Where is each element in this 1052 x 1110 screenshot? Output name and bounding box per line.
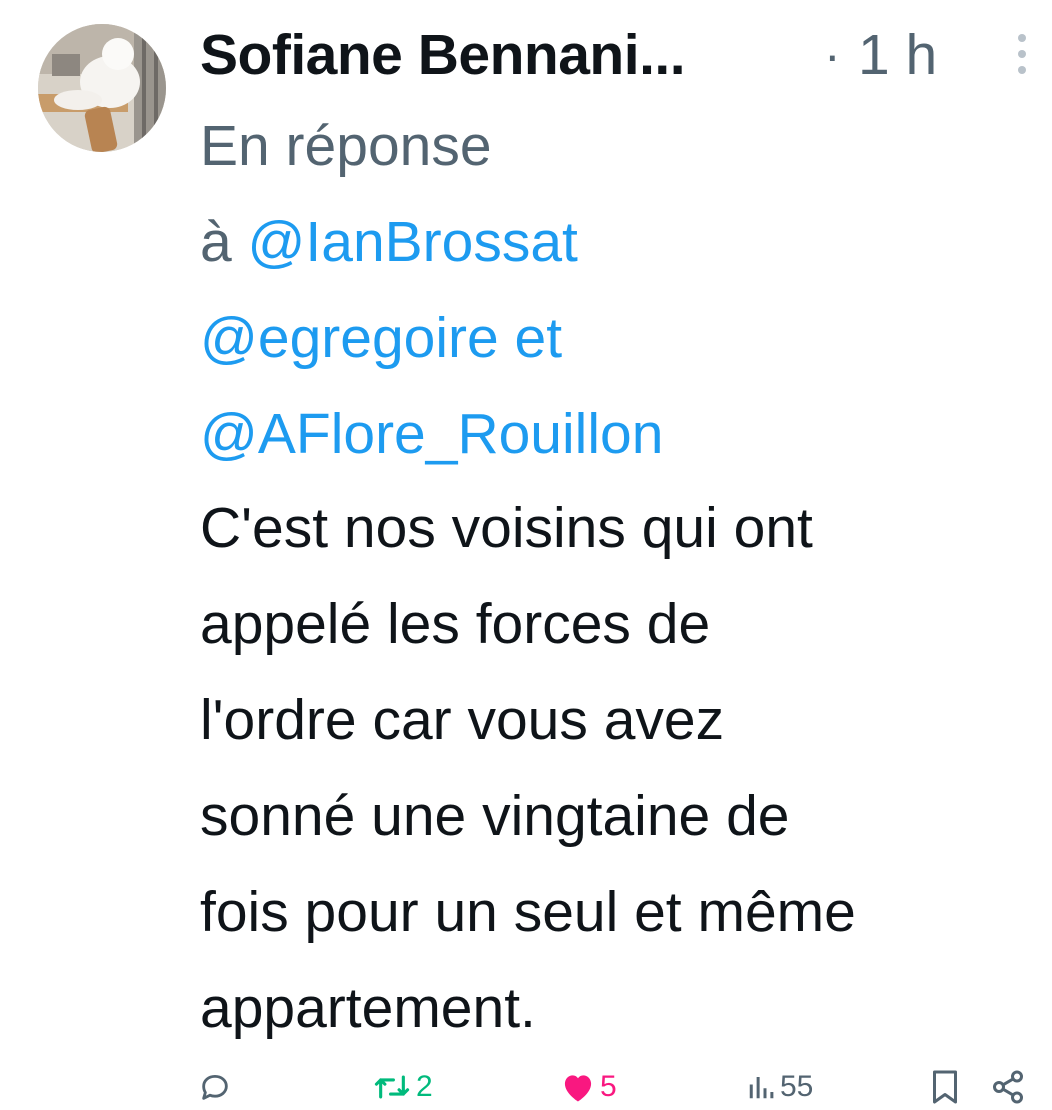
tweet-header: Sofiane Bennani... · 1 h [200,10,1032,90]
reply-icon [202,1074,228,1100]
reply-line-1: à @IanBrossat [200,194,663,290]
tweet-text-line: sonné une vingtaine de [200,784,790,848]
separator-dot: · [824,27,841,83]
mention-link[interactable]: @egregoire [200,306,499,370]
reply-button[interactable] [198,1064,232,1110]
tweet-text-line: C'est nos voisins qui ont [200,496,813,560]
retweet-button[interactable]: 2 [372,1064,433,1110]
reply-line-3: @AFlore_Rouillon [200,386,663,482]
more-vertical-icon[interactable] [1012,24,1032,84]
like-count: 5 [600,1070,617,1103]
views-count: 55 [780,1070,814,1103]
retweet-count: 2 [416,1070,433,1103]
action-bar: 2 5 55 [0,1064,1052,1110]
tweet-timestamp[interactable]: 1 h [858,20,937,90]
tweet-text-line: l'ordre car vous avez [200,688,725,752]
tweet-text-line: appelé les forces de [200,592,711,656]
bookmark-icon [933,1070,957,1104]
author-avatar[interactable] [38,24,166,152]
reply-and: et [514,306,563,370]
share-button[interactable] [990,1064,1026,1110]
bookmark-button[interactable] [930,1064,960,1110]
retweet-icon [374,1075,410,1099]
avatar-cat-image [38,24,166,152]
like-button[interactable]: 5 [560,1064,617,1110]
views-icon [749,1077,774,1099]
tweet-text-line: appartement. [200,976,536,1040]
mention-link[interactable]: @AFlore_Rouillon [200,402,663,466]
like-heart-icon [564,1075,592,1102]
reply-prefix: En réponse [200,114,492,178]
reply-context: En réponse à @IanBrossat @egregoire et @… [200,98,663,482]
reply-a: à [200,210,232,274]
tweet-text-line: fois pour un seul et même [200,880,856,944]
share-icon [993,1070,1023,1104]
views-button[interactable]: 55 [746,1064,813,1110]
author-name[interactable]: Sofiane Bennani... [200,20,686,90]
reply-line-2: @egregoire et [200,290,663,386]
mention-link[interactable]: @IanBrossat [248,210,578,274]
tweet-text: C'est nos voisins qui ont appelé les for… [200,480,856,1056]
